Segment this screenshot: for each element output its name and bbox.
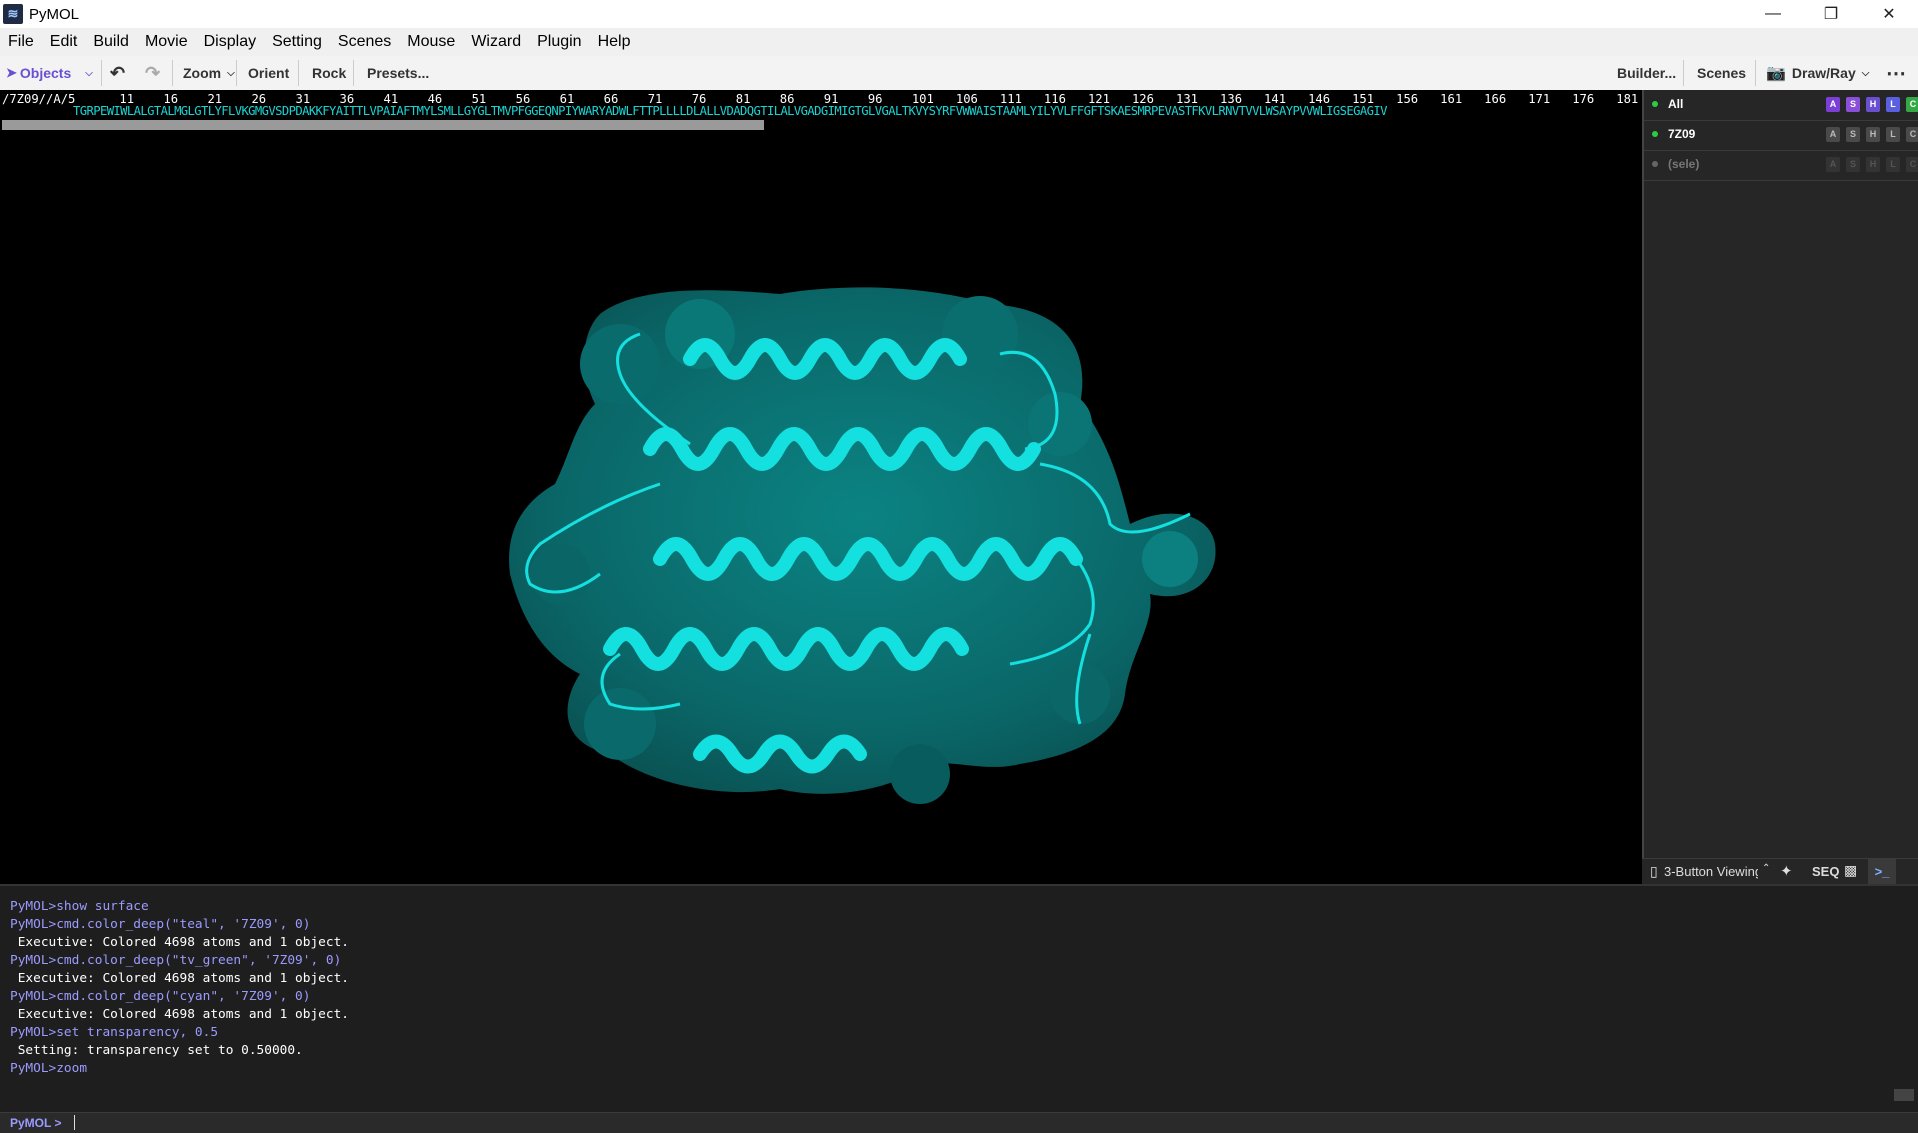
seq-toggle[interactable]: SEQ — [1812, 864, 1839, 879]
viewer-bottom-bar: ▯ 3-Button Viewing ⌃ ✦ SEQ ▩ >_ — [1642, 858, 1918, 885]
menu-display[interactable]: Display — [196, 33, 264, 51]
menu-wizard[interactable]: Wizard — [463, 33, 529, 51]
mouse-mode-selector[interactable]: 3-Button Viewing — [1664, 864, 1758, 879]
console-command-line: PyMOL>show surface — [10, 899, 149, 914]
visibility-dot-icon[interactable] — [1652, 161, 1658, 167]
draw-ray-button[interactable]: 📷 Draw/Ray ⌵ — [1766, 56, 1869, 90]
more-options-icon[interactable]: ⋯ — [1886, 56, 1906, 90]
object-name: All — [1668, 97, 1684, 111]
menu-edit[interactable]: Edit — [42, 33, 86, 51]
console-output: PyMOL>show surface PyMOL>cmd.color_deep("… — [0, 884, 1918, 1114]
sequence-residues[interactable]: TGRPEWIWLALGTALMGLGTLYFLVKGMGVSDPDAKKFYA… — [73, 104, 1387, 118]
molecule-viewport[interactable] — [0, 134, 1642, 884]
presets-button[interactable]: Presets... — [367, 56, 429, 90]
object-action-a-button[interactable]: A — [1826, 97, 1840, 112]
camera-icon: 📷 — [1766, 65, 1786, 82]
command-line[interactable]: PyMOL > — [0, 1112, 1918, 1133]
menu-movie[interactable]: Movie — [137, 33, 196, 51]
console-output-line: Executive: Colored 4698 atoms and 1 obje… — [10, 971, 349, 986]
objects-button[interactable]: ➤ Objects ⌵ — [6, 56, 93, 90]
object-action-h-button[interactable]: H — [1866, 157, 1880, 172]
object-action-h-button[interactable]: H — [1866, 127, 1880, 142]
sequence-scrollbar[interactable] — [2, 120, 764, 130]
menu-build[interactable]: Build — [85, 33, 137, 51]
object-action-l-button[interactable]: L — [1886, 157, 1900, 172]
object-panel: All A S H L C 7Z09 A S H L C (sele) A S H L C — [1642, 90, 1918, 884]
protein-structure-render — [509, 287, 1216, 804]
object-row-7z09[interactable]: 7Z09 A S H L C — [1644, 120, 1918, 151]
sequence-viewer[interactable]: /7Z09//A/5 11 16 21 26 31 36 41 46 51 56… — [0, 90, 1770, 134]
undo-icon[interactable]: ↶ — [110, 56, 125, 90]
console-toggle-icon[interactable]: >_ — [1868, 859, 1896, 885]
scenes-button[interactable]: Scenes — [1697, 56, 1746, 90]
object-name: (sele) — [1668, 157, 1700, 171]
menu-file[interactable]: File — [0, 33, 42, 51]
object-row-all[interactable]: All A S H L C — [1644, 90, 1918, 121]
object-action-s-button[interactable]: S — [1846, 97, 1860, 112]
magic-wand-icon[interactable]: ✦ — [1780, 862, 1793, 880]
command-input[interactable] — [74, 1115, 75, 1130]
orient-button[interactable]: Orient — [248, 56, 289, 90]
menu-bar: File Edit Build Movie Display Setting Scenes Mo… — [0, 28, 1918, 56]
close-icon[interactable]: ✕ — [1860, 0, 1918, 28]
movie-icon[interactable]: ▩ — [1844, 862, 1857, 879]
chevron-down-icon: ⌵ — [1861, 67, 1870, 79]
menu-setting[interactable]: Setting — [264, 33, 330, 51]
menu-scenes[interactable]: Scenes — [330, 33, 399, 51]
toolbar: ➤ Objects ⌵ ↶ ↷ Zoom ⌵ Orient Rock Prese… — [0, 56, 1918, 91]
console-output-line: Executive: Colored 4698 atoms and 1 obje… — [10, 935, 349, 950]
minimize-icon[interactable]: — — [1744, 0, 1802, 28]
window-title: PyMOL — [29, 5, 80, 23]
pointer-icon: ➤ — [6, 65, 17, 80]
visibility-dot-icon[interactable] — [1652, 131, 1658, 137]
console-output-line: Executive: Colored 4698 atoms and 1 obje… — [10, 1007, 349, 1022]
menu-plugin[interactable]: Plugin — [529, 33, 589, 51]
menu-mouse[interactable]: Mouse — [399, 33, 463, 51]
object-action-h-button[interactable]: H — [1866, 97, 1880, 112]
console-command-line: PyMOL>set transparency, 0.5 — [10, 1025, 219, 1040]
object-name: 7Z09 — [1668, 127, 1696, 141]
console-command-line: PyMOL>cmd.color_deep("teal", '7Z09', 0) — [10, 917, 311, 932]
object-action-l-button[interactable]: L — [1886, 97, 1900, 112]
builder-button[interactable]: Builder... — [1617, 56, 1676, 90]
chevron-down-icon: ⌵ — [85, 67, 93, 79]
object-action-l-button[interactable]: L — [1886, 127, 1900, 142]
visibility-dot-icon[interactable] — [1652, 101, 1658, 107]
menu-help[interactable]: Help — [590, 33, 639, 51]
object-action-c-button[interactable]: C — [1906, 157, 1918, 172]
chevron-up-icon[interactable]: ⌃ — [1762, 863, 1770, 874]
pymol-logo-icon: ≋ — [3, 4, 23, 24]
console-command-line: PyMOL>zoom — [10, 1061, 88, 1076]
title-bar: ≋ PyMOL — ❐ ✕ — [0, 0, 1918, 28]
mouse-icon: ▯ — [1650, 863, 1658, 879]
object-action-s-button[interactable]: S — [1846, 157, 1860, 172]
console-command-line: PyMOL>cmd.color_deep("cyan", '7Z09', 0) — [10, 989, 311, 1004]
object-action-c-button[interactable]: C — [1906, 127, 1918, 142]
object-action-c-button[interactable]: C — [1906, 97, 1918, 112]
command-prompt-label: PyMOL > — [10, 1116, 62, 1130]
object-row-sele[interactable]: (sele) A S H L C — [1644, 150, 1918, 181]
console-output-line: Setting: transparency set to 0.50000. — [10, 1043, 303, 1058]
object-action-a-button[interactable]: A — [1826, 157, 1840, 172]
object-action-s-button[interactable]: S — [1846, 127, 1860, 142]
console-scroll-handle[interactable] — [1894, 1089, 1914, 1101]
rock-button[interactable]: Rock — [312, 56, 346, 90]
zoom-button[interactable]: Zoom ⌵ — [183, 56, 235, 90]
redo-icon[interactable]: ↷ — [145, 56, 160, 90]
object-action-a-button[interactable]: A — [1826, 127, 1840, 142]
console-command-line: PyMOL>cmd.color_deep("tv_green", '7Z09',… — [10, 953, 342, 968]
chevron-down-icon: ⌵ — [227, 67, 235, 79]
restore-icon[interactable]: ❐ — [1802, 0, 1860, 28]
